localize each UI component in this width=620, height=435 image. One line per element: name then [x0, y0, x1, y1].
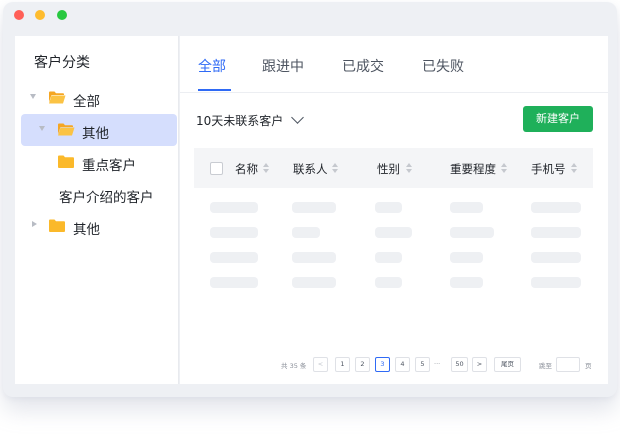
sort-icon[interactable] — [263, 163, 269, 173]
select-all-checkbox[interactable] — [210, 162, 223, 175]
tree-item-label: 其他 — [73, 222, 100, 238]
minimize-window-button[interactable] — [35, 10, 45, 20]
filter-dropdown[interactable]: 10天未联系客户 — [196, 112, 283, 129]
skeleton-cell — [210, 202, 258, 213]
jump-label: 跳至 — [539, 362, 552, 370]
page-button-last[interactable]: 50 — [451, 357, 468, 372]
jump-page-input[interactable] — [556, 357, 580, 372]
skeleton-cell — [375, 227, 412, 238]
page-button[interactable]: 2 — [355, 357, 370, 372]
app-window: 客户分类 全部 其他 重点客户 客户介绍的客户 其他 全部 跟进中 已成交 已失… — [3, 2, 617, 397]
skeleton-cell — [292, 227, 320, 238]
folder-icon — [58, 155, 74, 168]
column-header-contact[interactable]: 联系人 — [293, 161, 328, 177]
page-button[interactable]: 5 — [415, 357, 430, 372]
folder-open-icon — [49, 91, 66, 104]
prev-page-button[interactable]: < — [313, 357, 328, 372]
tabs-divider — [180, 92, 608, 93]
tab-closed-lost[interactable]: 已失败 — [422, 56, 464, 76]
column-header-gender[interactable]: 性别 — [377, 161, 400, 177]
skeleton-cell — [450, 252, 483, 263]
skeleton-cell — [210, 227, 258, 238]
sort-icon[interactable] — [501, 163, 507, 173]
active-tab-indicator — [198, 89, 231, 91]
next-page-button[interactable]: > — [472, 357, 487, 372]
sort-icon[interactable] — [332, 163, 338, 173]
column-header-name[interactable]: 名称 — [235, 161, 258, 177]
new-customer-button[interactable]: 新建客户 — [523, 106, 593, 132]
skeleton-cell — [292, 277, 336, 288]
skeleton-cell — [450, 202, 483, 213]
tree-item-all[interactable]: 全部 — [15, 82, 179, 114]
pagination-ellipsis: ··· — [434, 360, 441, 368]
tab-all[interactable]: 全部 — [198, 56, 226, 76]
tree-item-other[interactable]: 其他 — [15, 210, 179, 242]
page-button[interactable]: 1 — [335, 357, 350, 372]
skeleton-cell — [375, 202, 402, 213]
tab-closed-won[interactable]: 已成交 — [342, 56, 384, 76]
page-button[interactable]: 4 — [395, 357, 410, 372]
skeleton-cell — [531, 277, 581, 288]
caret-right-icon[interactable] — [32, 221, 37, 227]
column-header-phone[interactable]: 手机号 — [531, 161, 566, 177]
sidebar-title: 客户分类 — [34, 55, 90, 71]
folder-open-icon — [58, 123, 75, 136]
page-unit-label: 页 — [585, 362, 592, 370]
folder-icon — [49, 219, 65, 232]
tab-following[interactable]: 跟进中 — [262, 56, 304, 76]
skeleton-cell — [531, 252, 581, 263]
skeleton-cell — [375, 252, 402, 263]
skeleton-cell — [450, 227, 494, 238]
sort-icon[interactable] — [406, 163, 412, 173]
tree-item-label: 重点客户 — [82, 158, 136, 174]
sort-icon[interactable] — [571, 163, 577, 173]
tree-item-label: 客户介绍的客户 — [59, 190, 154, 206]
table-header: 名称 联系人 性别 重要程度 手机号 — [194, 148, 593, 188]
pagination-total: 共 35 条 — [281, 362, 307, 370]
page-button-current[interactable]: 3 — [375, 357, 390, 372]
category-sidebar: 客户分类 全部 其他 重点客户 客户介绍的客户 其他 — [15, 36, 179, 384]
skeleton-cell — [292, 202, 336, 213]
skeleton-cell — [210, 252, 258, 263]
tree-item-label: 全部 — [73, 94, 100, 110]
close-window-button[interactable] — [14, 10, 24, 20]
caret-down-icon[interactable] — [39, 126, 45, 131]
column-header-importance[interactable]: 重要程度 — [450, 161, 496, 177]
caret-down-icon[interactable] — [30, 94, 36, 99]
skeleton-cell — [210, 277, 258, 288]
skeleton-cell — [531, 202, 581, 213]
tree-item-label: 其他 — [82, 126, 109, 142]
tree-item-other-selected[interactable]: 其他 — [15, 114, 179, 146]
skeleton-cell — [450, 277, 483, 288]
skeleton-cell — [375, 277, 402, 288]
tree-item-referred-customers[interactable]: 客户介绍的客户 — [15, 178, 179, 210]
customer-list-panel: 全部 跟进中 已成交 已失败 10天未联系客户 新建客户 名称 联系人 性别 重… — [180, 36, 608, 384]
last-page-button[interactable]: 尾页 — [494, 357, 521, 372]
chevron-down-icon[interactable] — [291, 111, 304, 124]
maximize-window-button[interactable] — [57, 10, 67, 20]
skeleton-cell — [292, 252, 336, 263]
tree-item-key-customers[interactable]: 重点客户 — [15, 146, 179, 178]
skeleton-cell — [531, 227, 581, 238]
